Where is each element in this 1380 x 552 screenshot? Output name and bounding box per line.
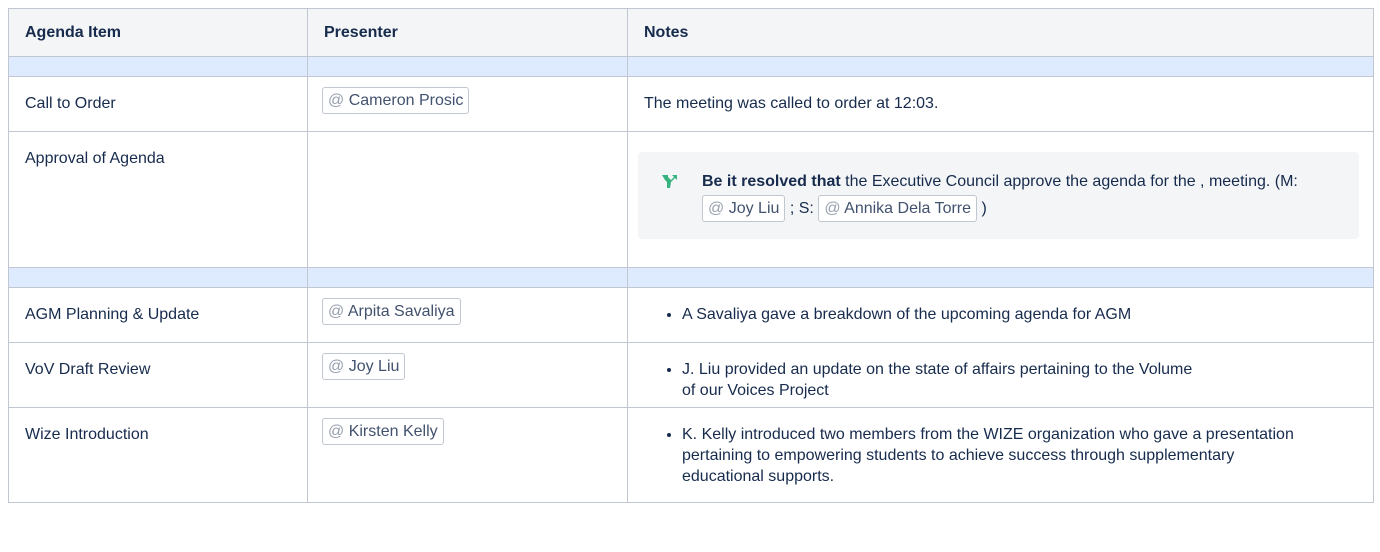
separator-row [8,267,1374,288]
mention-name: Joy Liu [728,200,780,217]
header-notes: Notes [627,8,1374,57]
list-item: K. Kelly introduced two members from the… [682,424,1317,487]
decision-bold-text: Be it resolved that [702,173,841,190]
agenda-item-cell: VoV Draft Review [8,342,308,408]
user-mention[interactable]: @ Arpita Savaliya [322,298,461,325]
decision-text: ; S: [789,200,814,217]
notes-cell: K. Kelly introduced two members from the… [627,407,1374,503]
mention-name: Annika Dela Torre [844,200,972,217]
presenter-cell: @ Joy Liu [307,342,628,408]
mention-at-icon: @ [824,200,841,217]
table-row-wize: Wize Introduction @ Kirsten Kelly K. Kel… [8,407,1374,503]
user-mention[interactable]: @ Joy Liu [702,195,786,222]
user-mention[interactable]: @ Cameron Prosic [322,87,470,114]
notes-cell: Be it resolved that the Executive Counci… [627,131,1374,268]
mention-at-icon: @ [328,358,345,375]
notes-list: A Savaliya gave a breakdown of the upcom… [644,304,1357,325]
mention-name: Kirsten Kelly [348,423,438,440]
notes-list: J. Liu provided an update on the state o… [644,359,1357,401]
agenda-item-cell: Approval of Agenda [8,131,308,268]
decision-block: Be it resolved that the Executive Counci… [638,152,1359,239]
agenda-table: Agenda Item Presenter Notes Call to Orde… [8,8,1374,503]
user-mention[interactable]: @ Kirsten Kelly [322,418,444,445]
notes-list: K. Kelly introduced two members from the… [644,424,1357,487]
presenter-cell: @ Kirsten Kelly [307,407,628,503]
user-mention[interactable]: @ Annika Dela Torre [818,195,978,222]
mention-name: Arpita Savaliya [347,303,455,320]
list-item: J. Liu provided an update on the state o… [682,359,1207,401]
separator-row [8,56,1374,77]
notes-cell: J. Liu provided an update on the state o… [627,342,1374,408]
notes-cell: The meeting was called to order at 12:03… [627,76,1374,132]
agenda-item-cell: Call to Order [8,76,308,132]
table-row-approval: Approval of Agenda Be it resolved that t… [8,131,1374,268]
presenter-cell: @ Arpita Savaliya [307,287,628,343]
list-item: A Savaliya gave a breakdown of the upcom… [682,304,1357,325]
separator-cell [8,56,308,77]
decision-text: the Executive Council approve the agenda… [845,173,1298,190]
table-row-call-to-order: Call to Order @ Cameron Prosic The meeti… [8,76,1374,132]
table-row-agm: AGM Planning & Update @ Arpita Savaliya … [8,287,1374,343]
header-row: Agenda Item Presenter Notes [8,8,1374,57]
agenda-item-cell: AGM Planning & Update [8,287,308,343]
mention-at-icon: @ [328,423,345,440]
presenter-cell: @ Cameron Prosic [307,76,628,132]
notes-cell: A Savaliya gave a breakdown of the upcom… [627,287,1374,343]
header-presenter: Presenter [307,8,628,57]
separator-cell [8,267,308,288]
mention-at-icon: @ [328,92,345,109]
separator-cell [307,56,628,77]
mention-name: Joy Liu [348,358,400,375]
mention-at-icon: @ [328,303,345,320]
decision-icon [662,175,677,188]
presenter-cell [307,131,628,268]
decision-text: ) [981,200,987,217]
mention-at-icon: @ [708,200,725,217]
user-mention[interactable]: @ Joy Liu [322,353,406,380]
header-agenda-item: Agenda Item [8,8,308,57]
mention-name: Cameron Prosic [348,92,464,109]
agenda-item-cell: Wize Introduction [8,407,308,503]
separator-cell [627,56,1374,77]
separator-cell [307,267,628,288]
table-row-vov: VoV Draft Review @ Joy Liu J. Liu provid… [8,342,1374,408]
separator-cell [627,267,1374,288]
